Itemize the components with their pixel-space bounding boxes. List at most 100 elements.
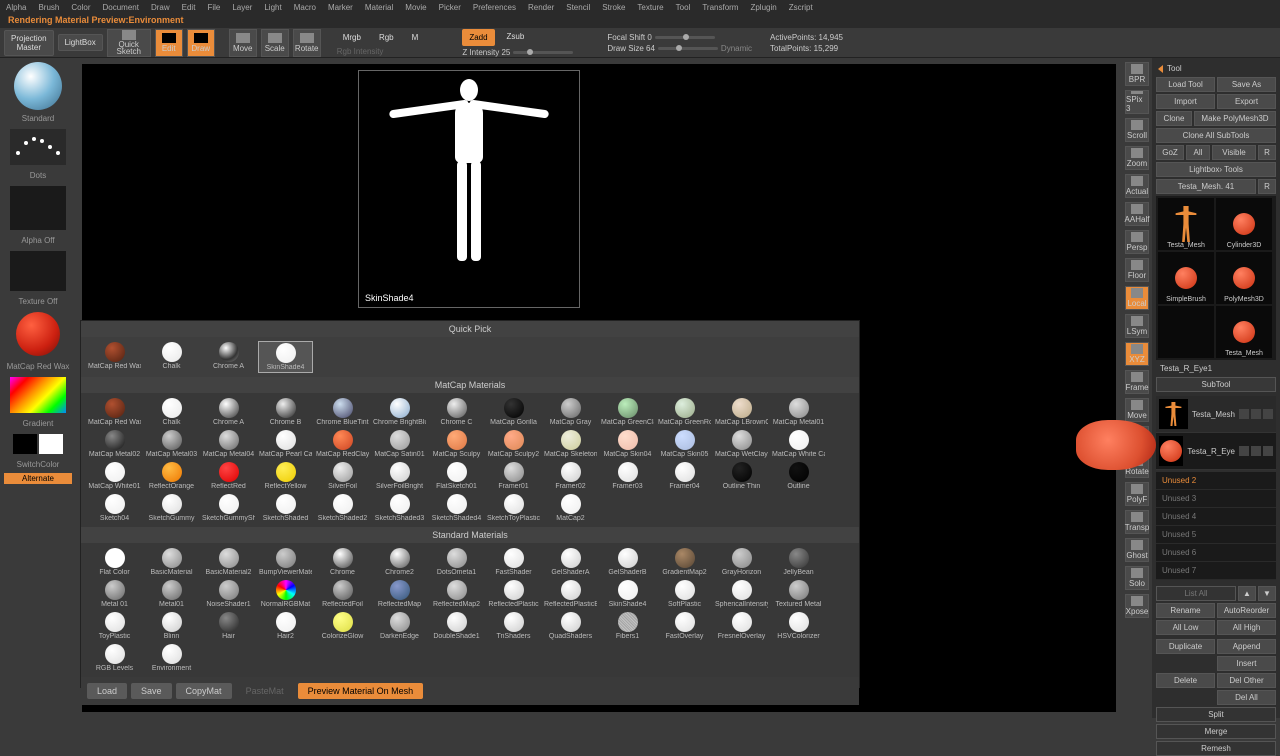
- focal-shift-slider[interactable]: [655, 36, 715, 39]
- material-blinn[interactable]: Blinn: [144, 611, 199, 641]
- tool-thumb[interactable]: [1158, 306, 1214, 358]
- del-other-button[interactable]: Del Other: [1217, 673, 1276, 688]
- scroll-button[interactable]: Scroll: [1125, 118, 1149, 142]
- material-quadshaders[interactable]: QuadShaders: [543, 611, 598, 641]
- material-noiseshader1[interactable]: NoiseShader1: [201, 579, 256, 609]
- unused-slot[interactable]: Unused 3: [1156, 490, 1276, 508]
- mrgb-button[interactable]: Mrgb: [337, 30, 367, 45]
- floor-button[interactable]: Floor: [1125, 258, 1149, 282]
- menu-brush[interactable]: Brush: [38, 3, 59, 12]
- rgb-button[interactable]: Rgb: [373, 30, 400, 45]
- append-button[interactable]: Append: [1217, 639, 1276, 654]
- material-sketchshaded4[interactable]: SketchShaded4: [429, 493, 484, 523]
- zsub-button[interactable]: Zsub: [501, 29, 531, 46]
- brush-preview[interactable]: [14, 62, 62, 110]
- menu-texture[interactable]: Texture: [637, 3, 663, 12]
- save-as-button[interactable]: Save As: [1217, 77, 1276, 92]
- projection-master-button[interactable]: Projection Master: [4, 30, 54, 56]
- material-reflectedplasticb[interactable]: ReflectedPlasticB: [543, 579, 598, 609]
- material-framer02[interactable]: Framer02: [543, 461, 598, 491]
- menu-color[interactable]: Color: [71, 3, 90, 12]
- stroke-preview[interactable]: [10, 129, 66, 165]
- material-chrome-a[interactable]: Chrome A: [201, 397, 256, 427]
- material-silverfoilbright[interactable]: SilverFoilBright: [372, 461, 427, 491]
- material-hsvcolorizer[interactable]: HSVColorizer: [771, 611, 826, 641]
- material-basicmaterial2[interactable]: BasicMaterial2: [201, 547, 256, 577]
- texture-preview[interactable]: [10, 251, 66, 291]
- actual-button[interactable]: Actual: [1125, 174, 1149, 198]
- auto-reorder-button[interactable]: AutoReorder: [1217, 603, 1276, 618]
- goz-visible-button[interactable]: Visible: [1212, 145, 1256, 160]
- arrow-up-icon[interactable]: ▲: [1238, 586, 1256, 601]
- all-low-button[interactable]: All Low: [1156, 620, 1215, 635]
- remesh-button[interactable]: Remesh: [1156, 741, 1276, 756]
- dynamic-label[interactable]: Dynamic: [721, 44, 752, 53]
- switch-color-button[interactable]: SwitchColor: [4, 460, 72, 469]
- polyf-button[interactable]: PolyF: [1125, 482, 1149, 506]
- material-softplastic[interactable]: SoftPlastic: [657, 579, 712, 609]
- save-material-button[interactable]: Save: [131, 683, 172, 699]
- menu-movie[interactable]: Movie: [405, 3, 426, 12]
- material-reflectred[interactable]: ReflectRed: [201, 461, 256, 491]
- material-metal01[interactable]: Metal01: [144, 579, 199, 609]
- menu-edit[interactable]: Edit: [182, 3, 196, 12]
- material-framer01[interactable]: Framer01: [486, 461, 541, 491]
- goz-all-button[interactable]: All: [1186, 145, 1210, 160]
- material-skinshade4[interactable]: SkinShade4: [600, 579, 655, 609]
- material-matcap-sculpy2[interactable]: MatCap Sculpy2: [486, 429, 541, 459]
- material-trishaders[interactable]: TriShaders: [486, 611, 541, 641]
- menu-marker[interactable]: Marker: [328, 3, 353, 12]
- material-dotsometa1[interactable]: DotsOmeta1: [429, 547, 484, 577]
- material-matcap-greenrom[interactable]: MatCap GreenRom: [657, 397, 712, 427]
- quicksketch-button[interactable]: Quick Sketch: [107, 29, 151, 57]
- material-matcap-lbrowncla[interactable]: MatCap LBrownCla: [714, 397, 769, 427]
- material-sketchgummy[interactable]: SketchGummy: [144, 493, 199, 523]
- material-matcap-skin05[interactable]: MatCap Skin05: [657, 429, 712, 459]
- material-sketchshaded2[interactable]: SketchShaded2: [315, 493, 370, 523]
- arrow-down-icon[interactable]: ▼: [1258, 586, 1276, 601]
- load-tool-button[interactable]: Load Tool: [1156, 77, 1215, 92]
- copy-mat-button[interactable]: CopyMat: [176, 683, 232, 699]
- subtool-header[interactable]: SubTool: [1156, 377, 1276, 392]
- material-matcap-metal02[interactable]: MatCap Metal02: [87, 429, 142, 459]
- material-toyplastic[interactable]: ToyPlastic: [87, 611, 142, 641]
- subtool-item[interactable]: Testa_Mesh: [1156, 396, 1276, 433]
- material-matcap-metal03[interactable]: MatCap Metal03: [144, 429, 199, 459]
- menu-macro[interactable]: Macro: [294, 3, 316, 12]
- material-matcap-white01[interactable]: MatCap White01: [87, 461, 142, 491]
- clone-all-subtools-button[interactable]: Clone All SubTools: [1156, 128, 1276, 143]
- material-gelshaderb[interactable]: GelShaderB: [600, 547, 655, 577]
- zoom-button[interactable]: Zoom: [1125, 146, 1149, 170]
- material-darkenedge[interactable]: DarkenEdge: [372, 611, 427, 641]
- persp-button[interactable]: Persp: [1125, 230, 1149, 254]
- transp-button[interactable]: Transp: [1125, 510, 1149, 534]
- menu-document[interactable]: Document: [103, 3, 139, 12]
- menu-file[interactable]: File: [207, 3, 220, 12]
- subtool-item[interactable]: Testa_R_Eye: [1156, 433, 1276, 470]
- material-matcap-gray[interactable]: MatCap Gray: [543, 397, 598, 427]
- menu-alpha[interactable]: Alpha: [6, 3, 26, 12]
- menu-tool[interactable]: Tool: [676, 3, 691, 12]
- material-bumpviewermater[interactable]: BumpViewerMater: [258, 547, 313, 577]
- lsym-button[interactable]: LSym: [1125, 314, 1149, 338]
- delete-button[interactable]: Delete: [1156, 673, 1215, 688]
- material-outline-thin[interactable]: Outline Thin: [714, 461, 769, 491]
- xyz-button[interactable]: XYZ: [1125, 342, 1149, 366]
- material-fastshader[interactable]: FastShader: [486, 547, 541, 577]
- lightbox-tools-button[interactable]: Lightbox› Tools: [1156, 162, 1276, 177]
- material-gelshadera[interactable]: GelShaderA: [543, 547, 598, 577]
- material-reflectorange[interactable]: ReflectOrange: [144, 461, 199, 491]
- tool-thumb[interactable]: Testa_Mesh: [1158, 198, 1214, 250]
- merge-button[interactable]: Merge: [1156, 724, 1276, 739]
- unused-slot[interactable]: Unused 2: [1156, 472, 1276, 490]
- import-button[interactable]: Import: [1156, 94, 1215, 109]
- unused-slot[interactable]: Unused 4: [1156, 508, 1276, 526]
- material-matcap-redclay[interactable]: MatCap RedClay: [315, 429, 370, 459]
- material-flat-color[interactable]: Flat Color: [87, 547, 142, 577]
- material-matcap-pearl-cav[interactable]: MatCap Pearl Cav: [258, 429, 313, 459]
- del-all-button[interactable]: Del All: [1217, 690, 1276, 705]
- material-chrome-a[interactable]: Chrome A: [201, 341, 256, 373]
- tool-thumb[interactable]: PolyMesh3D: [1216, 252, 1272, 304]
- insert-button[interactable]: Insert: [1217, 656, 1276, 671]
- material-metal-01[interactable]: Metal 01: [87, 579, 142, 609]
